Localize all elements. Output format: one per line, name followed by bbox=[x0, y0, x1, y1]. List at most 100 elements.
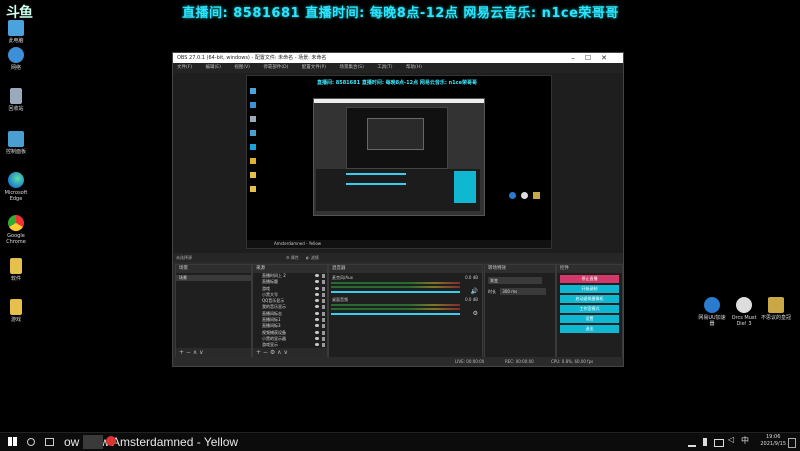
channel-db: 0.0 dB bbox=[465, 297, 478, 302]
network-tray-icon[interactable] bbox=[714, 439, 724, 447]
volume-meter bbox=[331, 286, 460, 288]
desktop-icon-control-panel[interactable]: 控制面板 bbox=[1, 131, 31, 155]
menu-file[interactable]: 文件(F) bbox=[177, 65, 192, 70]
volume-fader[interactable] bbox=[331, 291, 460, 293]
rec-timer: REC: 00:00:00 bbox=[505, 359, 534, 364]
clock-time: 19:06 bbox=[765, 434, 781, 440]
transitions-dock: 转场特效 渐变 时长 300 ms bbox=[484, 264, 556, 358]
desktop-icon-crown[interactable]: 不思议的皇冠 bbox=[761, 297, 791, 321]
uu-accelerator-icon bbox=[704, 297, 720, 313]
start-recording-button[interactable]: 开始录制 bbox=[560, 285, 619, 293]
crown-game-icon bbox=[768, 297, 784, 313]
menu-view[interactable]: 视图(V) bbox=[234, 65, 250, 70]
desktop-icon-label: Google Chrome bbox=[6, 233, 26, 245]
mixer-dock: 混音器 麦克风/Aux 0.0 dB 🔊 桌面音频 0.0 dB ⚙ bbox=[328, 264, 483, 358]
transition-select[interactable]: 渐变 bbox=[488, 277, 542, 284]
microphone-icon[interactable] bbox=[703, 438, 707, 446]
desktop-icon-label: 此电脑 bbox=[8, 38, 24, 44]
sources-list: 直播时间上 2 直播标题 游戏 小黑大号 QQ音乐显示 我的音乐显示 直播间标志… bbox=[253, 273, 327, 349]
recycle-bin-icon bbox=[10, 88, 22, 104]
preview-now-playing: Amsterdamned - Yellow bbox=[274, 241, 322, 246]
sources-dock-toolbar[interactable]: + − ⚙ ∧ ∨ bbox=[253, 348, 327, 357]
obs-window[interactable]: OBS 27.0.1 (64-bit, windows) - 配置文件: 未命名… bbox=[172, 52, 624, 367]
desktop-icon-edge[interactable]: Microsoft Edge bbox=[1, 172, 31, 202]
channel-name: 桌面音频 bbox=[332, 297, 348, 302]
volume-icon[interactable]: ◁ bbox=[728, 435, 737, 444]
tray-chevron-icon[interactable] bbox=[688, 439, 696, 447]
transitions-dock-title: 转场特效 bbox=[485, 265, 555, 273]
mixer-dock-title: 混音器 bbox=[329, 265, 482, 273]
desktop-icon-network[interactable]: 网络 bbox=[1, 47, 31, 71]
desktop-icon-orcs[interactable]: Orcs Must Die! 3 bbox=[729, 297, 759, 327]
gear-icon[interactable]: ⚙ bbox=[473, 310, 478, 317]
desktop-icon-label: 网易UU加速器 bbox=[698, 315, 726, 327]
controls-dock: 控件 停止直播 开始录制 启动虚拟摄像机 工作室模式 设置 退出 bbox=[556, 264, 623, 358]
folder-icon bbox=[10, 258, 22, 274]
menu-tools[interactable]: 工具(T) bbox=[377, 65, 392, 70]
chrome-icon bbox=[8, 215, 24, 231]
scenes-dock: 场景 场景 + − ∧ ∨ bbox=[175, 264, 252, 358]
obs-menubar: 文件(F) 编辑(E) 视图(V) 停靠部件(D) 配置文件(P) 场景集合(S… bbox=[173, 63, 623, 73]
duration-input[interactable]: 300 ms bbox=[500, 288, 547, 295]
menu-docks[interactable]: 停靠部件(D) bbox=[263, 65, 288, 70]
preview-taskbar: Amsterdamned - Yellow bbox=[247, 240, 551, 248]
notifications-icon[interactable] bbox=[788, 438, 796, 448]
menu-edit[interactable]: 编辑(E) bbox=[206, 65, 221, 70]
desktop-icon-label: 软件 bbox=[10, 276, 21, 282]
preview-right-icons bbox=[509, 184, 545, 199]
stream-banner: 直播间: 8581681 直播时间: 每晚8点-12点 网易云音乐: n1ce荣… bbox=[182, 6, 619, 21]
desktop-icon-label: Microsoft Edge bbox=[4, 190, 28, 202]
menu-help[interactable]: 帮助(H) bbox=[406, 65, 422, 70]
source-toolbar: 未选择源 ⚙ 属性 ◐ 滤镜 bbox=[173, 253, 623, 262]
windows-start-icon[interactable] bbox=[8, 437, 17, 446]
filters-button[interactable]: ◐ 滤镜 bbox=[306, 253, 319, 262]
desktop-icon-label: 控制面板 bbox=[5, 149, 26, 155]
scene-item[interactable]: 场景 bbox=[176, 275, 251, 281]
taskbar-app-icon[interactable] bbox=[106, 436, 116, 446]
studio-mode-button[interactable]: 工作室模式 bbox=[560, 305, 619, 313]
stop-streaming-button[interactable]: 停止直播 bbox=[560, 275, 619, 283]
preview-area: 直播间: 8581681 直播时间: 每晚8点-12点 网易云音乐: n1ce荣… bbox=[173, 73, 623, 253]
control-panel-icon bbox=[8, 131, 24, 147]
menu-scene-collection[interactable]: 场景集合(S) bbox=[339, 65, 363, 70]
desktop-icon-this-pc[interactable]: 此电脑 bbox=[1, 20, 31, 44]
obs-titlebar[interactable]: OBS 27.0.1 (64-bit, windows) - 配置文件: 未命名… bbox=[173, 53, 623, 63]
desktop-icon-recycle-bin[interactable]: 回收站 bbox=[1, 88, 31, 112]
douyu-logo: 斗鱼 bbox=[6, 5, 33, 21]
no-source-selected: 未选择源 bbox=[176, 255, 192, 260]
cpu-fps: CPU: 0.8%, 60.00 fps bbox=[551, 359, 594, 364]
channel-name: 麦克风/Aux bbox=[332, 275, 353, 280]
this-pc-icon bbox=[8, 20, 24, 36]
start-virtual-camera-button[interactable]: 启动虚拟摄像机 bbox=[560, 295, 619, 303]
desktop-icon-uu[interactable]: 网易UU加速器 bbox=[697, 297, 727, 327]
sources-dock: 来源 直播时间上 2 直播标题 游戏 小黑大号 QQ音乐显示 我的音乐显示 直播… bbox=[252, 264, 328, 358]
controls-dock-title: 控件 bbox=[557, 265, 622, 273]
nested-obs-window bbox=[313, 98, 485, 216]
desktop-icon-software[interactable]: 软件 bbox=[1, 258, 31, 282]
volume-meter bbox=[331, 304, 460, 306]
properties-button[interactable]: ⚙ 属性 bbox=[286, 253, 299, 262]
orcs-must-die-icon bbox=[736, 297, 752, 313]
duration-row: 时长 300 ms bbox=[488, 288, 552, 295]
folder-icon bbox=[10, 299, 22, 315]
scenes-dock-toolbar[interactable]: + − ∧ ∨ bbox=[176, 348, 251, 357]
speaker-icon[interactable]: 🔊 bbox=[471, 288, 478, 295]
settings-button[interactable]: 设置 bbox=[560, 315, 619, 323]
exit-button[interactable]: 退出 bbox=[560, 325, 619, 333]
task-view-icon[interactable] bbox=[45, 438, 54, 446]
taskbar-app-icon[interactable] bbox=[83, 435, 103, 449]
window-controls[interactable]: –☐✕ bbox=[571, 53, 617, 63]
preview-canvas[interactable]: 直播间: 8581681 直播时间: 每晚8点-12点 网易云音乐: n1ce荣… bbox=[246, 75, 552, 249]
mixer-channel-desktop: 桌面音频 0.0 dB ⚙ bbox=[329, 297, 482, 319]
search-icon[interactable] bbox=[27, 438, 35, 446]
scenes-dock-title: 场景 bbox=[176, 265, 251, 273]
desktop-icon-games[interactable]: 游戏 bbox=[1, 299, 31, 323]
system-clock[interactable]: 19:06 2021/9/15 bbox=[760, 434, 786, 448]
volume-fader[interactable] bbox=[331, 313, 460, 315]
preview-banner: 直播间: 8581681 直播时间: 每晚8点-12点 网易云音乐: n1ce荣… bbox=[317, 80, 477, 86]
mixer-channel-mic: 麦克风/Aux 0.0 dB 🔊 bbox=[329, 275, 482, 297]
language-indicator-icon[interactable]: 中 bbox=[741, 435, 750, 445]
obs-title: OBS 27.0.1 (64-bit, windows) - 配置文件: 未命名… bbox=[177, 55, 327, 61]
desktop-icon-chrome[interactable]: Google Chrome bbox=[1, 215, 31, 245]
menu-profile[interactable]: 配置文件(P) bbox=[302, 65, 326, 70]
